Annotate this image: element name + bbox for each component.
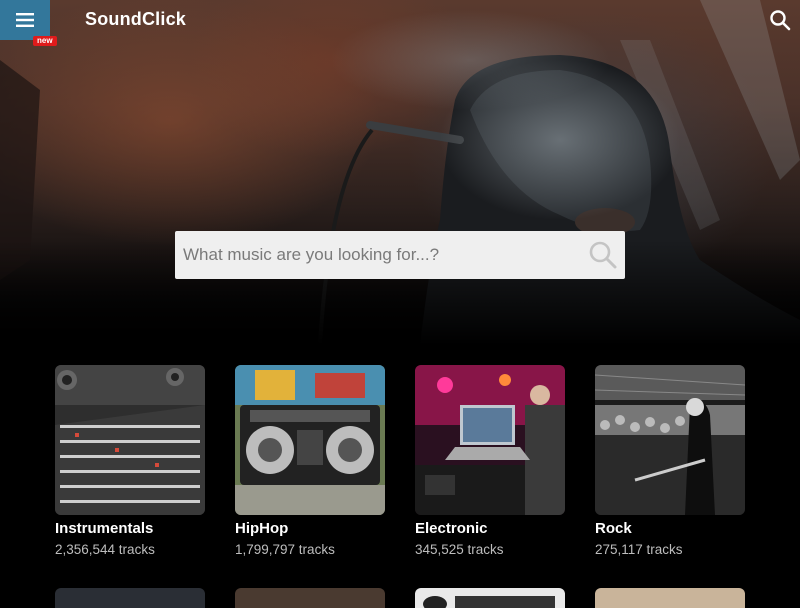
hero-banner <box>0 0 800 345</box>
new-badge: new <box>33 36 57 46</box>
genre-tile-partial[interactable] <box>415 588 565 608</box>
genre-thumbnail <box>235 365 385 515</box>
genre-name: HipHop <box>235 520 289 537</box>
genre-tile-instrumentals[interactable]: Instrumentals 2,356,544 tracks <box>55 365 205 557</box>
genre-tile-partial[interactable] <box>595 588 745 608</box>
genre-name: Instrumentals <box>55 520 154 537</box>
genre-track-count: 2,356,544 tracks <box>55 542 155 557</box>
hero-singer-image <box>0 0 800 345</box>
genre-thumbnail <box>415 365 565 515</box>
rock-concert-image <box>595 365 745 515</box>
menu-button[interactable] <box>0 0 50 40</box>
genre-name: Rock <box>595 520 632 537</box>
search-icon <box>770 10 791 31</box>
genre-tile-partial[interactable] <box>235 588 385 608</box>
header-search-button[interactable] <box>769 9 791 31</box>
genre-track-count: 275,117 tracks <box>595 542 683 557</box>
dj-laptop-image <box>415 365 565 515</box>
genre-name: Electronic <box>415 520 488 537</box>
brand-logo[interactable]: SoundClick <box>85 9 186 30</box>
magnifier-icon <box>589 241 617 269</box>
hamburger-icon <box>16 13 34 27</box>
search-submit-button[interactable] <box>581 231 625 279</box>
search-bar <box>175 231 625 279</box>
genre-tile-partial[interactable] <box>55 588 205 608</box>
search-input[interactable] <box>175 231 581 279</box>
genre-thumbnail <box>55 365 205 515</box>
genre-tile-rock[interactable]: Rock 275,117 tracks <box>595 365 745 557</box>
genre-track-count: 1,799,797 tracks <box>235 542 335 557</box>
genre-tile-electronic[interactable]: Electronic 345,525 tracks <box>415 365 565 557</box>
genre-thumbnail <box>423 596 555 608</box>
genre-thumbnail <box>595 365 745 515</box>
boombox-image <box>235 365 385 515</box>
genre-tile-hiphop[interactable]: HipHop 1,799,797 tracks <box>235 365 385 557</box>
mixing-console-image <box>55 365 205 515</box>
genre-track-count: 345,525 tracks <box>415 542 504 557</box>
